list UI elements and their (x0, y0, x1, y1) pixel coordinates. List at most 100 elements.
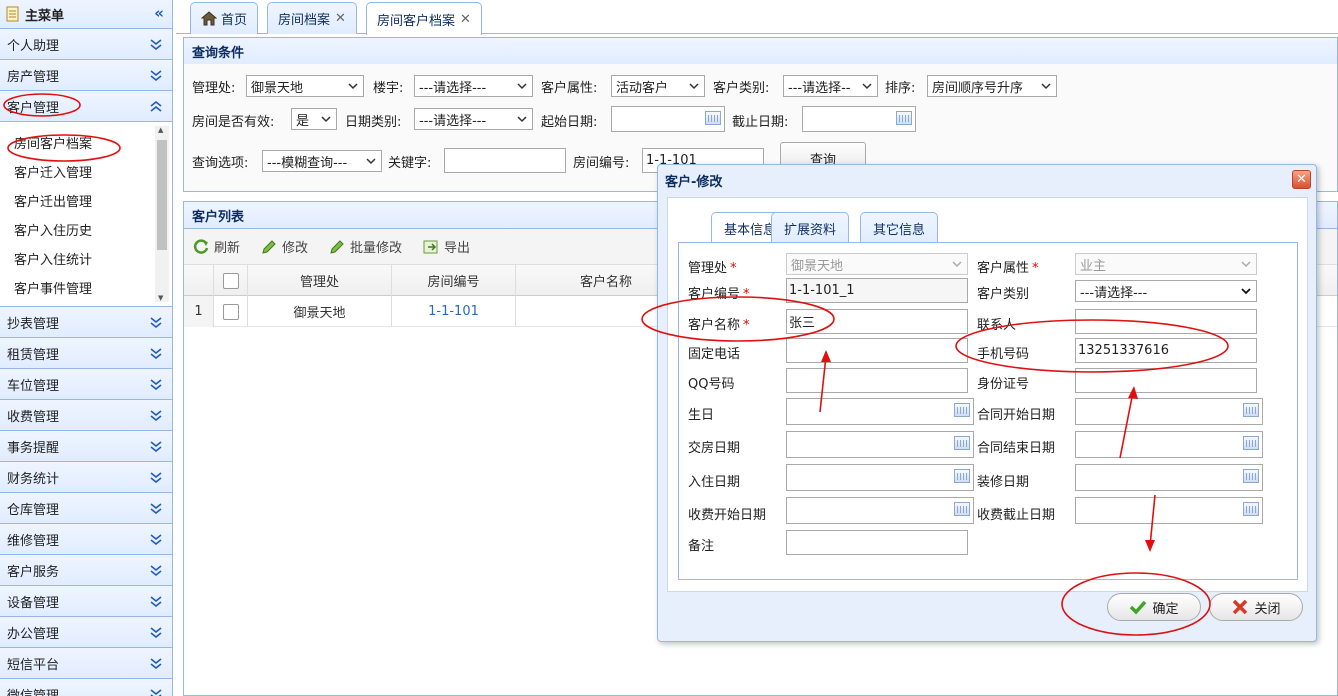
menu-item[interactable]: 客户管理 (0, 91, 172, 122)
handover-date-input[interactable] (786, 431, 974, 458)
landline-input[interactable] (786, 338, 968, 363)
home-icon (201, 11, 217, 26)
menu-item[interactable]: 仓库管理 (0, 493, 172, 524)
column-header[interactable]: 房间编号 (392, 265, 516, 296)
option-select[interactable]: ---模糊查询--- (262, 150, 382, 172)
tab-extended-info[interactable]: 扩展资料 (771, 212, 850, 243)
confirm-button[interactable]: 确定 (1107, 593, 1201, 621)
tab-home[interactable]: 首页 (190, 2, 259, 34)
tab-room-customer-archive[interactable]: 房间客户档案 ✕ (366, 2, 482, 35)
calendar-icon[interactable] (1243, 403, 1259, 417)
contract-start-input[interactable] (1075, 398, 1263, 425)
menu-item[interactable]: 个人助理 (0, 29, 172, 60)
close-button[interactable]: 关闭 (1209, 593, 1303, 621)
refresh-button[interactable]: 刷新 (192, 237, 240, 256)
edit-button[interactable]: 修改 (260, 237, 308, 256)
sort-select[interactable]: 房间顺序号升序 (927, 75, 1057, 97)
menu-item[interactable]: 短信平台 (0, 648, 172, 679)
submenu-item[interactable]: 客户迁出管理 (0, 186, 172, 215)
submenu-item[interactable]: 客户事件管理 (0, 273, 172, 302)
dialog-attr-select[interactable]: 业主 (1075, 253, 1257, 275)
menu-item[interactable]: 办公管理 (0, 617, 172, 648)
sidebar-title: 主菜单 (25, 8, 65, 24)
calendar-icon[interactable] (1243, 469, 1259, 483)
fee-start-date-input[interactable] (786, 497, 974, 524)
collapse-left-icon[interactable]: « (154, 4, 164, 22)
calendar-icon[interactable] (954, 436, 970, 450)
menu-item[interactable]: 微信管理 (0, 679, 172, 696)
pencil-icon (330, 239, 344, 254)
calendar-icon[interactable] (896, 111, 912, 125)
menu-item[interactable]: 收费管理 (0, 400, 172, 431)
menu-item[interactable]: 车位管理 (0, 369, 172, 400)
remark-input[interactable] (786, 530, 968, 555)
cancel-x-icon (1233, 599, 1248, 615)
mgmt-select[interactable]: 御景天地 (246, 75, 364, 97)
submenu-item[interactable]: 客户入住统计 (0, 244, 172, 273)
building-select[interactable]: ---请选择--- (414, 75, 533, 97)
menu-item[interactable]: 租赁管理 (0, 338, 172, 369)
menu-item[interactable]: 事务提醒 (0, 431, 172, 462)
id-number-input[interactable] (1075, 368, 1257, 393)
valid-select[interactable]: 是 (291, 108, 337, 130)
calendar-icon[interactable] (1243, 502, 1259, 516)
sidebar: 主菜单 « 个人助理 房产管理 客户管理 房间客户档案 客户迁入管理 客户迁出管理 客户入… (0, 0, 173, 696)
checkin-date-input[interactable] (786, 464, 974, 491)
close-icon[interactable]: ✕ (1292, 170, 1311, 189)
datetype-select[interactable]: ---请选择--- (414, 108, 533, 130)
calendar-icon[interactable] (954, 469, 970, 483)
submenu-scrollbar[interactable]: ▲ ▼ (155, 126, 169, 302)
submenu-item[interactable]: 房间客户档案 (0, 128, 172, 157)
menu-item[interactable]: 维修管理 (0, 524, 172, 555)
pencil-icon (262, 239, 276, 254)
customer-edit-dialog: 客户-修改 ✕ 基本信息 扩展资料 其它信息 管理处 * 御景天地 客户属性 * 业… (657, 164, 1317, 642)
customer-name-input[interactable]: 张三 (786, 309, 968, 334)
start-date-input[interactable] (611, 106, 725, 132)
calendar-icon[interactable] (1243, 436, 1259, 450)
birthday-input[interactable] (786, 398, 974, 425)
batch-edit-button[interactable]: 批量修改 (328, 237, 402, 256)
close-tab-icon[interactable]: ✕ (335, 11, 346, 26)
dialog-title: 客户-修改 ✕ (658, 165, 1316, 195)
label-mgmt: 管理处: (192, 81, 236, 96)
menu-item[interactable]: 财务统计 (0, 462, 172, 493)
document-icon (6, 6, 19, 22)
dialog-body: 基本信息 扩展资料 其它信息 管理处 * 御景天地 客户属性 * 业主 客户编号 * … (667, 197, 1308, 592)
check-icon (1130, 600, 1147, 615)
customer-code-input[interactable]: 1-1-101_1 (786, 278, 968, 303)
tab-bar: 首页 房间档案 ✕ 房间客户档案 ✕ (176, 0, 1338, 35)
query-panel-title: 查询条件 (183, 37, 1338, 65)
tab-other-info[interactable]: 其它信息 (860, 212, 939, 243)
contract-end-input[interactable] (1075, 431, 1263, 458)
decoration-date-input[interactable] (1075, 464, 1263, 491)
mobile-input[interactable]: 13251337616 (1075, 338, 1257, 363)
end-date-input[interactable] (802, 106, 916, 132)
dialog-type-select[interactable]: ---请选择--- (1075, 280, 1257, 302)
column-header[interactable]: 管理处 (248, 265, 392, 296)
keyword-input[interactable] (444, 148, 566, 173)
menu-item[interactable]: 设备管理 (0, 586, 172, 617)
attr-select[interactable]: 活动客户 (611, 75, 705, 97)
submenu-item[interactable]: 客户迁入管理 (0, 157, 172, 186)
dialog-mgmt-select[interactable]: 御景天地 (786, 253, 968, 275)
refresh-icon (193, 238, 209, 254)
export-icon (423, 240, 438, 253)
calendar-icon[interactable] (954, 403, 970, 417)
submenu-item[interactable]: 客户入住历史 (0, 215, 172, 244)
qq-input[interactable] (786, 368, 968, 393)
row-checkbox[interactable] (222, 303, 239, 320)
calendar-icon[interactable] (954, 502, 970, 516)
sidebar-header: 主菜单 « (0, 0, 172, 29)
contact-input[interactable] (1075, 309, 1257, 334)
tab-room-archive[interactable]: 房间档案 ✕ (267, 2, 357, 34)
menu-item[interactable]: 客户服务 (0, 555, 172, 586)
close-tab-icon[interactable]: ✕ (460, 12, 471, 27)
menu-item[interactable]: 抄表管理 (0, 307, 172, 338)
export-button[interactable]: 导出 (422, 237, 470, 256)
customer-submenu: 房间客户档案 客户迁入管理 客户迁出管理 客户入住历史 客户入住统计 客户事件管理 ▲ ▼ (0, 122, 172, 307)
calendar-icon[interactable] (705, 111, 721, 125)
select-all-checkbox[interactable] (222, 272, 239, 289)
fee-end-date-input[interactable] (1075, 497, 1263, 524)
type-select[interactable]: ---请选择-- (783, 75, 878, 97)
menu-item[interactable]: 房产管理 (0, 60, 172, 91)
